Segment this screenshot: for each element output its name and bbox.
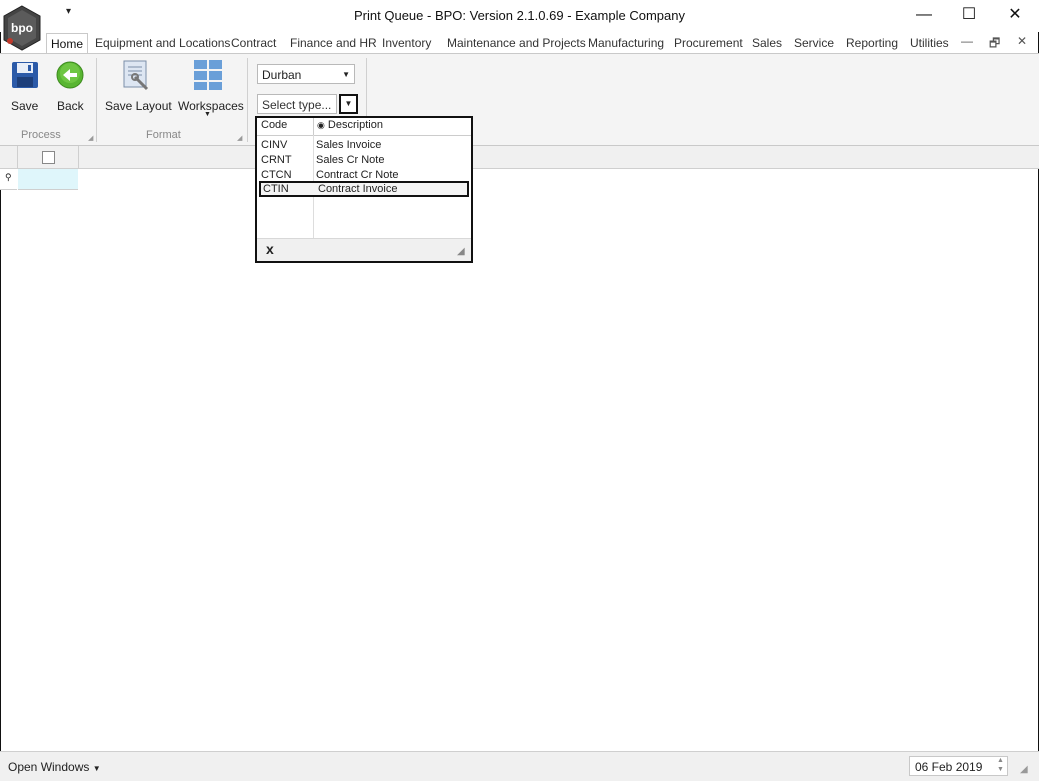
binoculars-icon: ◉ — [317, 120, 325, 130]
back-button[interactable]: Back — [53, 58, 87, 114]
workspaces-dropdown-icon: ▼ — [204, 111, 211, 118]
filter-row-cell[interactable] — [18, 169, 78, 190]
list-item[interactable]: CINV Sales Invoice — [257, 138, 471, 153]
row-code: CINV — [261, 139, 288, 151]
column-divider — [313, 118, 314, 135]
ribbon-panel: Save Back Process ◢ Save Layout Workspac… — [0, 53, 1039, 146]
quick-access-dropdown-icon[interactable]: ▾ — [66, 6, 71, 17]
grid-header — [0, 146, 1039, 169]
save-layout-icon — [121, 59, 151, 94]
save-label: Save — [11, 99, 39, 113]
workspaces-button[interactable]: Workspaces ▼ — [177, 58, 244, 118]
tab-equipment-and-locations[interactable]: Equipment and Locations — [95, 33, 230, 53]
mdi-restore-button[interactable]: 🗗 — [989, 34, 1000, 55]
save-icon — [10, 60, 40, 93]
maximize-button[interactable]: ☐ — [949, 4, 989, 28]
spin-down-icon[interactable]: ▼ — [997, 766, 1004, 773]
save-layout-label: Save Layout — [105, 99, 172, 113]
chevron-down-icon: ▼ — [92, 764, 101, 773]
tab-manufacturing[interactable]: Manufacturing — [588, 33, 664, 53]
process-group-label: Process — [21, 129, 61, 141]
row-description: Sales Cr Note — [316, 154, 385, 166]
open-windows-label: Open Windows — [8, 760, 90, 774]
close-popup-icon[interactable]: x — [266, 241, 274, 257]
select-all-checkbox[interactable] — [42, 151, 55, 164]
description-column-header[interactable]: ◉ Description — [317, 119, 383, 131]
chevron-down-icon: ▼ — [342, 70, 350, 79]
close-button[interactable]: ✕ — [995, 4, 1035, 28]
tab-service[interactable]: Service — [794, 33, 834, 53]
filter-row-indicator: ⚲ — [0, 169, 17, 190]
tab-maintenance-and-projects[interactable]: Maintenance and Projects — [447, 33, 586, 53]
format-group-launcher-icon[interactable]: ◢ — [237, 134, 242, 142]
list-item-selected[interactable]: CTIN Contract Invoice — [259, 181, 469, 197]
open-windows-button[interactable]: Open Windows ▼ — [8, 760, 101, 774]
row-description: Sales Invoice — [316, 139, 382, 151]
tab-home[interactable]: Home — [46, 33, 89, 54]
back-label: Back — [57, 99, 84, 113]
row-code: CTIN — [263, 183, 289, 195]
list-item[interactable]: CRNT Sales Cr Note — [257, 153, 471, 168]
grid-divider — [17, 146, 18, 168]
tab-utilities[interactable]: Utilities — [910, 33, 949, 53]
type-select-placeholder: Select type... — [262, 98, 332, 112]
grid-divider — [78, 146, 79, 168]
spin-up-icon[interactable]: ▲ — [997, 757, 1004, 764]
filter-pin-icon: ⚲ — [5, 172, 12, 182]
mdi-minimize-button[interactable]: — — [961, 34, 973, 48]
save-button[interactable]: Save — [8, 58, 42, 114]
title-bar: Print Queue - BPO: Version 2.1.0.69 - Ex… — [0, 0, 1039, 32]
date-value: 06 Feb 2019 — [915, 760, 983, 774]
popup-header: Code ◉ Description — [257, 118, 471, 136]
tab-finance-and-hr[interactable]: Finance and HR — [290, 33, 377, 53]
process-group-launcher-icon[interactable]: ◢ — [88, 134, 93, 142]
tab-reporting[interactable]: Reporting — [846, 33, 898, 53]
row-description: Contract Invoice — [318, 183, 398, 195]
row-code: CRNT — [261, 154, 292, 166]
mdi-close-button[interactable]: ✕ — [1017, 34, 1027, 48]
location-select-value: Durban — [262, 68, 302, 82]
tab-contract[interactable]: Contract — [231, 33, 276, 53]
group-separator — [96, 58, 97, 142]
ribbon-tab-row: Home Equipment and Locations Contract Fi… — [0, 33, 1039, 54]
format-group-label: Format — [146, 129, 181, 141]
location-select[interactable]: Durban ▼ — [257, 64, 355, 84]
type-dropdown-button[interactable]: ▼ — [339, 94, 358, 114]
tab-sales[interactable]: Sales — [752, 33, 782, 53]
workspaces-icon — [193, 59, 223, 94]
resize-grip-icon[interactable]: ◢ — [1020, 764, 1028, 775]
minimize-button[interactable]: — — [904, 4, 944, 28]
back-arrow-icon — [55, 60, 85, 93]
window-title: Print Queue - BPO: Version 2.1.0.69 - Ex… — [354, 8, 685, 23]
tab-inventory[interactable]: Inventory — [382, 33, 431, 53]
group-separator — [247, 58, 248, 142]
save-layout-button[interactable]: Save Layout — [104, 58, 172, 114]
date-spinner[interactable]: 06 Feb 2019 ▲ ▼ — [909, 756, 1008, 776]
tab-procurement[interactable]: Procurement — [674, 33, 743, 53]
type-select[interactable]: Select type... — [257, 94, 337, 114]
description-header-label: Description — [327, 119, 383, 131]
popup-footer: x ◢ — [257, 238, 471, 261]
chevron-down-icon: ▼ — [344, 99, 353, 108]
resize-grip-icon[interactable]: ◢ — [457, 246, 465, 257]
status-bar: Open Windows ▼ 06 Feb 2019 ▲ ▼ ◢ — [0, 751, 1039, 781]
type-dropdown-popup: Code ◉ Description CINV Sales Invoice CR… — [255, 116, 473, 263]
code-column-header[interactable]: Code — [261, 119, 287, 131]
